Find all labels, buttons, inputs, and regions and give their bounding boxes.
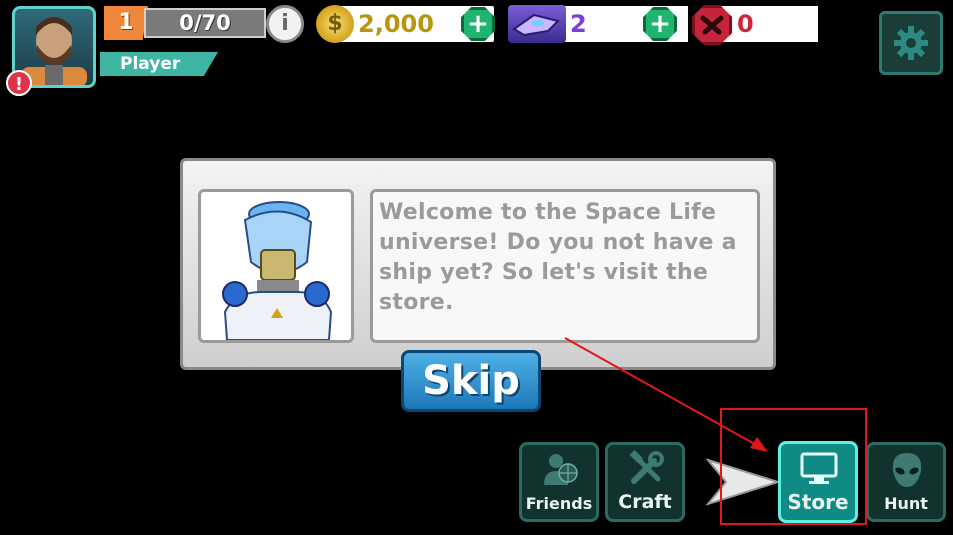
dialog-text-box: Welcome to the Space Life universe! Do y… bbox=[370, 189, 760, 343]
skip-button[interactable]: Skip bbox=[401, 350, 541, 412]
dialog-message: Welcome to the Space Life universe! Do y… bbox=[379, 200, 737, 315]
friends-label: Friends bbox=[525, 494, 593, 513]
settings-button[interactable] bbox=[879, 11, 943, 75]
coin-icon: $ bbox=[316, 5, 354, 43]
spaceship-icon bbox=[508, 5, 566, 43]
xp-bar: 0/70 bbox=[144, 8, 266, 38]
info-button[interactable]: i bbox=[266, 5, 304, 43]
store-highlight-box bbox=[720, 408, 867, 525]
craft-label: Craft bbox=[618, 491, 672, 513]
coin-count: 2,000 bbox=[358, 10, 434, 38]
alert-badge[interactable]: ! bbox=[6, 70, 32, 96]
hunt-count: 0 bbox=[737, 10, 754, 38]
robot-guide-icon bbox=[222, 201, 333, 341]
guide-portrait bbox=[198, 189, 354, 343]
tools-icon bbox=[629, 449, 664, 484]
hunt-label: Hunt bbox=[884, 494, 928, 513]
level-badge: 1 bbox=[104, 6, 148, 40]
craft-button[interactable]: Craft bbox=[605, 442, 685, 522]
crossed-guns-icon bbox=[692, 5, 732, 45]
gear-icon bbox=[894, 26, 928, 60]
friends-icon bbox=[544, 454, 578, 485]
player-name-label: Player bbox=[100, 52, 218, 76]
hunt-button[interactable]: Hunt bbox=[866, 442, 946, 522]
alien-icon bbox=[892, 453, 922, 487]
friends-button[interactable]: Friends bbox=[519, 442, 599, 522]
add-coins-button[interactable]: + bbox=[461, 7, 495, 41]
ship-count: 2 bbox=[570, 10, 587, 38]
